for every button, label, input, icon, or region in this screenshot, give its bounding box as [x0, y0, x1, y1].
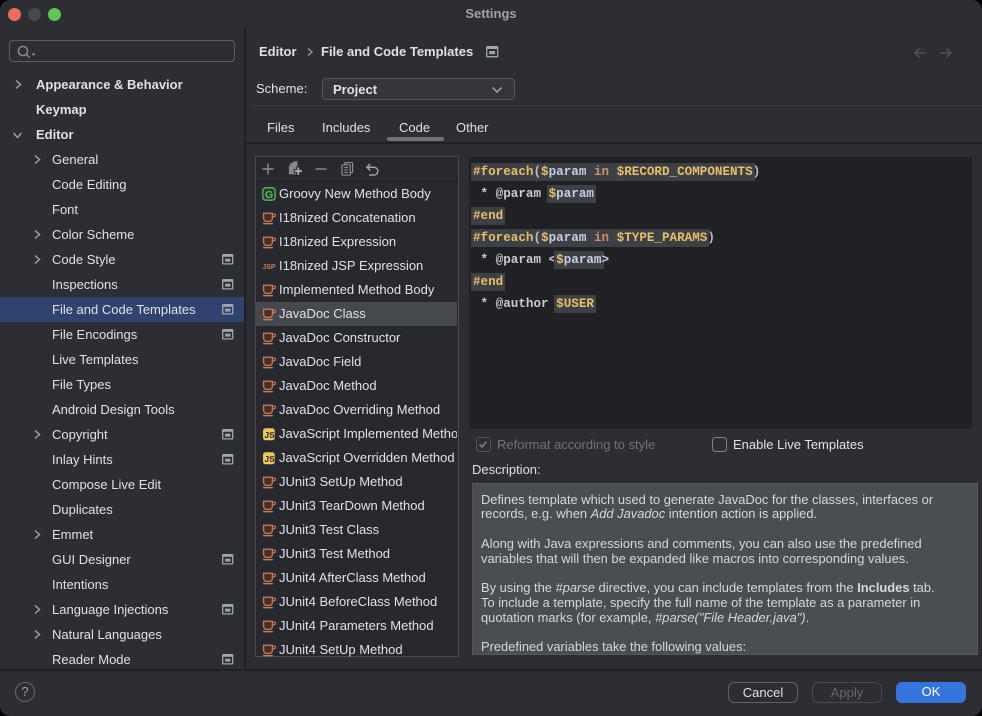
svg-text:JSP: JSP — [262, 264, 276, 271]
svg-text:G: G — [265, 189, 273, 201]
svg-text:JS: JS — [264, 430, 275, 440]
svg-text:JS: JS — [264, 454, 275, 464]
